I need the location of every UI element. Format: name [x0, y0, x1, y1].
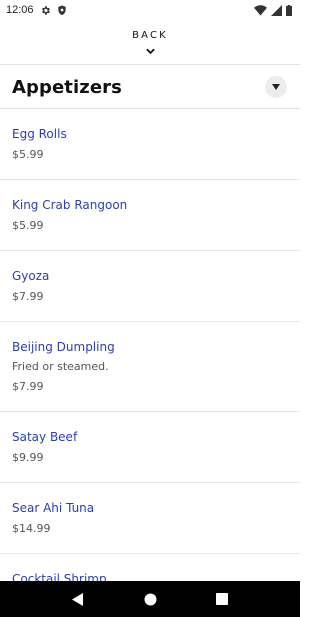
item-price: $5.99 [12, 219, 44, 232]
item-price: $9.99 [12, 451, 44, 464]
status-time: 12:06 [6, 4, 34, 16]
wifi-icon [254, 4, 267, 16]
list-item[interactable]: King Crab Rangoon $5.99 [0, 180, 300, 251]
item-price: $7.99 [12, 290, 44, 303]
list-item[interactable]: Sear Ahi Tuna $14.99 [0, 483, 300, 554]
menu-list: Egg Rolls $5.99 King Crab Rangoon $5.99 … [0, 109, 300, 581]
back-label: BACK [132, 30, 168, 41]
back-button[interactable]: BACK [0, 24, 300, 64]
chevron-down-icon [145, 42, 155, 60]
circle-home-icon [144, 593, 156, 605]
status-bar: 12:06 [0, 0, 300, 20]
item-name: Gyoza [12, 269, 50, 283]
list-item[interactable]: Beijing Dumpling Fried or steamed. $7.99 [0, 322, 300, 412]
top-divider [0, 64, 300, 65]
list-item[interactable]: Egg Rolls $5.99 [0, 109, 300, 180]
status-right [254, 4, 292, 16]
battery-icon [286, 4, 292, 16]
list-item[interactable]: Cocktail Shrimp [0, 554, 300, 581]
collapse-button[interactable] [265, 76, 287, 98]
section-header: Appetizers [0, 66, 300, 108]
page-title: Appetizers [12, 76, 122, 98]
item-name: Satay Beef [12, 430, 78, 444]
caret-down-icon [272, 84, 280, 90]
item-name: King Crab Rangoon [12, 198, 128, 212]
item-name: Cocktail Shrimp [12, 572, 107, 581]
item-price: $14.99 [12, 522, 51, 535]
list-item[interactable]: Satay Beef $9.99 [0, 412, 300, 483]
triangle-back-icon [72, 592, 83, 606]
nav-recents-button[interactable] [210, 587, 234, 611]
square-recents-icon [216, 593, 228, 605]
item-name: Beijing Dumpling [12, 340, 115, 354]
status-left: 12:06 [6, 4, 67, 16]
item-price: $7.99 [12, 380, 44, 393]
gear-icon [40, 5, 51, 16]
signal-icon [271, 4, 282, 16]
nav-home-button[interactable] [138, 587, 162, 611]
item-name: Egg Rolls [12, 127, 67, 141]
item-price: $5.99 [12, 148, 44, 161]
system-nav-bar [0, 581, 300, 617]
nav-back-button[interactable] [66, 587, 90, 611]
list-item[interactable]: Gyoza $7.99 [0, 251, 300, 322]
item-name: Sear Ahi Tuna [12, 501, 95, 515]
shield-icon [57, 4, 67, 16]
item-description: Fried or steamed. [12, 360, 109, 373]
